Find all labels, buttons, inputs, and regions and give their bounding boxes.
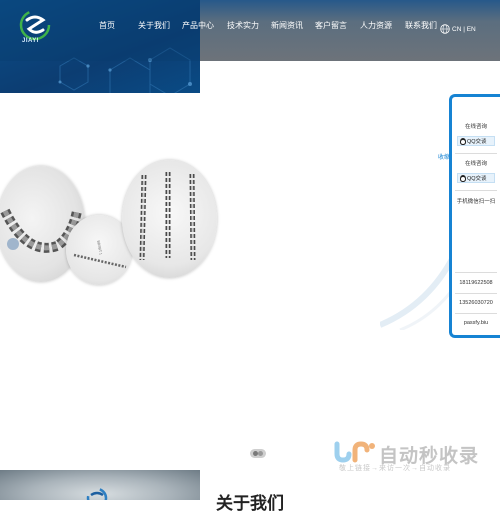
logo-text: JIAYI (22, 38, 39, 44)
phone-number-2: 13526030720 (459, 300, 493, 306)
qq-icon (460, 174, 466, 182)
wechat-scan-label: 手机微信扫一扫 (456, 199, 496, 205)
qq-chat-label-1: QQ交谈 (467, 139, 487, 145)
qq-icon (460, 137, 466, 145)
about-section-image (0, 470, 200, 500)
slider-dot-2[interactable] (258, 451, 263, 456)
about-section-title: 关于我们 (216, 494, 284, 513)
online-consult-label-1: 在线咨询 (464, 124, 487, 130)
divider (455, 190, 497, 191)
watermark-logo-icon (334, 441, 375, 463)
divider (455, 153, 497, 154)
phone-number-1: 18119622508 (459, 280, 493, 286)
nav-item-hr[interactable]: 人力资源 (360, 20, 392, 31)
email-address: passfy.biu (463, 320, 489, 326)
language-label[interactable]: CN | EN (452, 26, 476, 33)
nav-item-products[interactable]: 产品中心 (182, 20, 214, 31)
language-switch[interactable]: CN | EN (440, 24, 476, 34)
qq-chat-label-2: QQ交谈 (467, 176, 487, 182)
contact-side-panel: 在线咨询 QQ交谈 在线咨询 QQ交谈 手机微信扫一扫 18119622508 … (449, 94, 500, 338)
about-logo-icon (86, 487, 108, 500)
divider (455, 272, 497, 273)
product-image-rods (122, 160, 217, 278)
nav-item-technology[interactable]: 技术实力 (227, 20, 259, 31)
qq-chat-button-2[interactable]: QQ交谈 (457, 173, 495, 183)
qq-chat-button-1[interactable]: QQ交谈 (457, 136, 495, 146)
online-consult-label-2: 在线咨询 (464, 161, 487, 167)
watermark-subtitle: 敬上链接→来访一次→自动收录 (339, 465, 451, 472)
slider-pagination (250, 449, 266, 458)
nav-item-contact[interactable]: 联系我们 (405, 20, 437, 31)
watermark: 自动秒收录 敬上链接→来访一次→自动收录 (331, 440, 500, 476)
divider (455, 293, 497, 294)
nav-item-about[interactable]: 关于我们 (138, 20, 170, 31)
svg-text:BDSBT 1: BDSBT 1 (96, 240, 102, 255)
globe-icon (440, 24, 450, 34)
divider (455, 313, 497, 314)
nav-item-messages[interactable]: 客户留言 (315, 20, 347, 31)
nav-item-news[interactable]: 新闻资讯 (271, 20, 303, 31)
nav-item-home[interactable]: 首页 (99, 20, 115, 31)
